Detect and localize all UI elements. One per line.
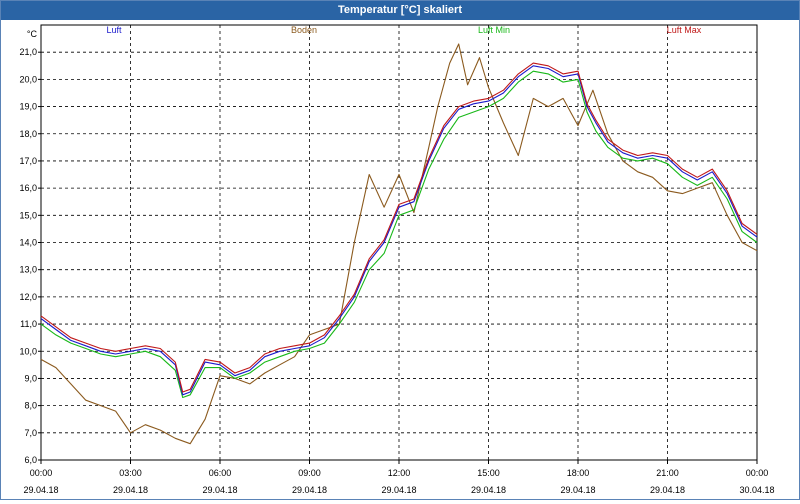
x-tick-time-label: 15:00 xyxy=(477,468,500,478)
y-tick-label: 6,0 xyxy=(24,455,37,465)
y-tick-label: 10,0 xyxy=(19,346,37,356)
y-tick-label: 15,0 xyxy=(19,210,37,220)
x-tick-date-label: 29.04.18 xyxy=(471,485,506,495)
x-tick-date-label: 29.04.18 xyxy=(113,485,148,495)
x-tick-time-label: 06:00 xyxy=(209,468,232,478)
chart-window: Temperatur [°C] skaliert 6,0 7,0 8,0 9,0 10,… xyxy=(0,0,800,500)
y-tick-label: 16,0 xyxy=(19,183,37,193)
y-tick-label: 8,0 xyxy=(24,401,37,411)
y-tick-label: 7,0 xyxy=(24,428,37,438)
y-unit-label: °C xyxy=(27,29,38,39)
x-tick-date-label: 29.04.18 xyxy=(292,485,327,495)
x-tick-date-label: 29.04.18 xyxy=(560,485,595,495)
y-tick-label: 9,0 xyxy=(24,373,37,383)
y-tick-label: 13,0 xyxy=(19,265,37,275)
x-tick-date-label: 29.04.18 xyxy=(23,485,58,495)
x-tick-time-label: 12:00 xyxy=(388,468,411,478)
x-tick-time-label: 18:00 xyxy=(567,468,590,478)
legend-entry: Luft Min xyxy=(478,25,510,35)
legend-entry: Luft Max xyxy=(667,25,702,35)
x-tick-time-label: 00:00 xyxy=(746,468,769,478)
chart-title: Temperatur [°C] skaliert xyxy=(1,1,799,20)
chart-area: 6,0 7,0 8,0 9,0 10,0 11,0 12,0 13,0 14,0 15,0 16,0… xyxy=(1,20,799,499)
x-tick-date-label: 29.04.18 xyxy=(381,485,416,495)
x-tick-date-label: 29.04.18 xyxy=(650,485,685,495)
y-tick-label: 14,0 xyxy=(19,238,37,248)
y-tick-label: 20,0 xyxy=(19,74,37,84)
x-tick-date-label: 30.04.18 xyxy=(739,485,774,495)
x-tick-time-label: 21:00 xyxy=(656,468,679,478)
x-tick-time-label: 09:00 xyxy=(298,468,321,478)
y-tick-label: 11,0 xyxy=(20,319,37,329)
legend-entry: Boden xyxy=(291,25,317,35)
y-tick-label: 18,0 xyxy=(19,129,37,139)
legend-entry: Luft xyxy=(106,25,122,35)
y-tick-label: 21,0 xyxy=(19,47,37,57)
y-tick-label: 17,0 xyxy=(19,156,37,166)
x-tick-time-label: 00:00 xyxy=(30,468,53,478)
y-tick-label: 12,0 xyxy=(19,292,37,302)
x-tick-date-label: 29.04.18 xyxy=(202,485,237,495)
y-tick-label: 19,0 xyxy=(19,102,37,112)
temperature-chart: 6,0 7,0 8,0 9,0 10,0 11,0 12,0 13,0 14,0 15,0 16,0… xyxy=(19,24,775,495)
x-tick-time-label: 03:00 xyxy=(119,468,142,478)
series-line-luft-max xyxy=(40,62,758,393)
